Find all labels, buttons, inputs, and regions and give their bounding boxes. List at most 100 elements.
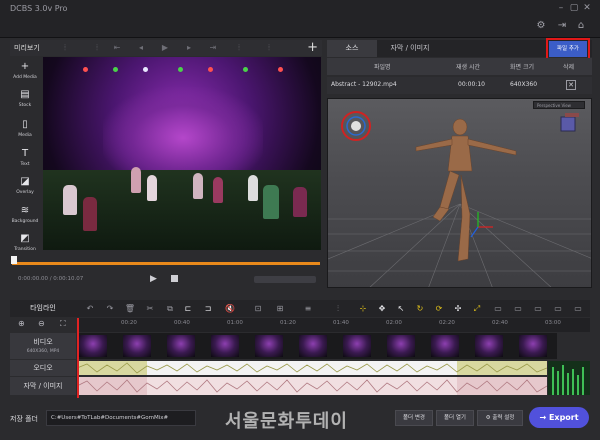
open-folder-button[interactable]: 폴더 열기 (436, 410, 474, 426)
close-icon[interactable]: ✕ (581, 3, 593, 13)
video-clip-track[interactable] (77, 333, 557, 359)
rotation-gizmo (341, 111, 371, 141)
output-settings-label: 출력 설정 (492, 415, 515, 421)
tab-subtitle-image[interactable]: 자막 / 이미지 (377, 40, 443, 57)
output-settings-button[interactable]: ⚙ 출력 설정 (477, 410, 523, 426)
save-folder-path-field[interactable]: C:#Users#ToTLab#Documents#GomMix# (46, 410, 196, 426)
rotate-tool-icon[interactable]: ↻ (412, 302, 428, 315)
zoom-out-icon[interactable]: ⊖ (38, 319, 45, 328)
maximize-icon[interactable]: ▢ (568, 3, 580, 13)
keyframe-icon[interactable]: ▭ (490, 302, 506, 315)
file-row[interactable]: Abstract - 12902.mp4 00:00:10 640X360 ✕ (327, 77, 592, 94)
insert-left-icon[interactable]: ⊏ (180, 302, 196, 315)
background-icon: ≋ (20, 205, 30, 216)
mark-icon-3[interactable]: ⦙ (262, 42, 276, 54)
preview-label: 미리보기 (14, 44, 40, 52)
overlay-icon: ◪ (20, 176, 30, 187)
file-duration: 00:00:10 (458, 81, 485, 88)
stage-light (243, 67, 248, 72)
export-label: Export (548, 413, 579, 422)
tool-add-media[interactable]: + Add Media (10, 59, 40, 89)
play-icon[interactable]: ▶ (158, 42, 172, 54)
settings-icon[interactable]: ▭ (550, 302, 566, 315)
preview-zoom-slider[interactable] (254, 276, 316, 283)
tab-source[interactable]: 소스 (327, 40, 377, 57)
view-mode-dropdown[interactable]: Perspective View (533, 101, 585, 109)
lock-icon[interactable]: ▭ (570, 302, 586, 315)
tool-label: Stock (18, 103, 32, 108)
add-preview-icon[interactable]: + (307, 40, 318, 55)
copy-icon[interactable]: ⧉ (162, 302, 178, 315)
grid-icon[interactable]: ⊞ (272, 302, 288, 315)
undo-icon[interactable]: ↶ (82, 302, 98, 315)
delete-icon[interactable]: ✕ (566, 80, 576, 90)
transition-icon: ◩ (20, 233, 30, 244)
tool-text[interactable]: T Text (10, 146, 40, 176)
folder-icon[interactable]: ▭ (510, 302, 526, 315)
redo-icon[interactable]: ↷ (102, 302, 118, 315)
tool-label: Text (20, 162, 30, 167)
cut-icon[interactable]: ✂ (142, 302, 158, 315)
import-icon[interactable]: ⇥ (556, 20, 568, 32)
rotate-tool-2-icon[interactable]: ⟳ (431, 302, 447, 315)
preview-progress-bar[interactable] (12, 262, 320, 265)
file-table-header: 파일명 재생 시간 화면 크기 삭제 (327, 58, 592, 75)
gear-icon[interactable]: ⚙ (535, 20, 547, 32)
tool-sidebar: + Add Media ▤ Stock ▯ Media T Text ◪ Ove… (10, 57, 40, 257)
tool-stock[interactable]: ▤ Stock (10, 87, 40, 117)
move-tool-icon[interactable]: ✥ (374, 302, 390, 315)
insert-right-icon[interactable]: ⊐ (200, 302, 216, 315)
track-icon[interactable]: ≡ (300, 302, 316, 315)
tool-media[interactable]: ▯ Media (10, 117, 40, 147)
play-button[interactable]: ▶ (150, 274, 157, 284)
clip-thumbnail (431, 335, 459, 357)
split-icon[interactable]: ⫶ (330, 302, 346, 315)
skip-end-icon[interactable]: ⇥ (206, 42, 220, 54)
3d-viewport[interactable]: Perspective View (327, 98, 592, 288)
col-delete: 삭제 (563, 64, 575, 71)
export-button[interactable]: → Export (529, 407, 589, 428)
scale-icon[interactable]: ⤢ (469, 302, 485, 315)
audio-waveform-track[interactable] (77, 361, 547, 375)
mark-out-icon[interactable]: ⦙ (90, 42, 104, 54)
clip-thumbnail (211, 335, 239, 357)
subtitle-image-track[interactable] (77, 377, 547, 395)
tool-overlay[interactable]: ◪ Overlay (10, 174, 40, 204)
stage-light (178, 67, 183, 72)
stop-button[interactable] (171, 275, 178, 282)
plus-icon: + (20, 61, 30, 72)
track-label-subtitle[interactable]: 자막 / 이미지 (10, 377, 76, 395)
export-frame-icon[interactable]: ▭ (530, 302, 546, 315)
prev-frame-icon[interactable]: ◂ (134, 42, 148, 54)
stage-light (208, 67, 213, 72)
save-folder-label: 저장 폴더 (10, 415, 38, 423)
select-tool-icon[interactable]: ⊹ (355, 302, 371, 315)
add-file-button[interactable]: 파일 추가 (549, 41, 587, 57)
crop-icon[interactable]: ⊡ (250, 302, 266, 315)
track-label-video[interactable]: 비디오 640X360, MP4 (10, 333, 76, 359)
clip-thumbnail (299, 335, 327, 357)
minimize-icon[interactable]: – (555, 3, 567, 13)
col-filename: 파일명 (374, 64, 391, 71)
timeline-ruler[interactable]: 00:20 00:40 01:00 01:20 01:40 02:00 02:2… (77, 318, 590, 332)
dancer (131, 167, 141, 193)
skip-start-icon[interactable]: ⇤ (110, 42, 124, 54)
change-folder-button[interactable]: 폴더 변경 (395, 410, 433, 426)
mark-icon-2[interactable]: ⦙ (232, 42, 246, 54)
preview-scrub-handle[interactable] (11, 256, 17, 264)
tool-background[interactable]: ≋ Background (10, 203, 40, 233)
translate-icon[interactable]: ✣ (450, 302, 466, 315)
mute-icon[interactable]: 🔇 (222, 302, 238, 315)
home-icon[interactable]: ⌂ (575, 20, 587, 32)
fit-icon[interactable]: ⛶ (60, 319, 66, 329)
trash-icon[interactable]: 🗑 (122, 302, 138, 315)
video-preview[interactable] (43, 57, 321, 250)
track-label-audio[interactable]: 오디오 (10, 360, 76, 376)
next-frame-icon[interactable]: ▸ (182, 42, 196, 54)
export-arrow-icon: → (539, 413, 549, 422)
mark-in-icon[interactable]: ⦙ (58, 42, 72, 54)
pointer-icon[interactable]: ↖ (393, 302, 409, 315)
zoom-in-icon[interactable]: ⊕ (18, 319, 25, 328)
stock-icon: ▤ (20, 89, 30, 100)
timeline-playhead[interactable] (77, 318, 79, 398)
